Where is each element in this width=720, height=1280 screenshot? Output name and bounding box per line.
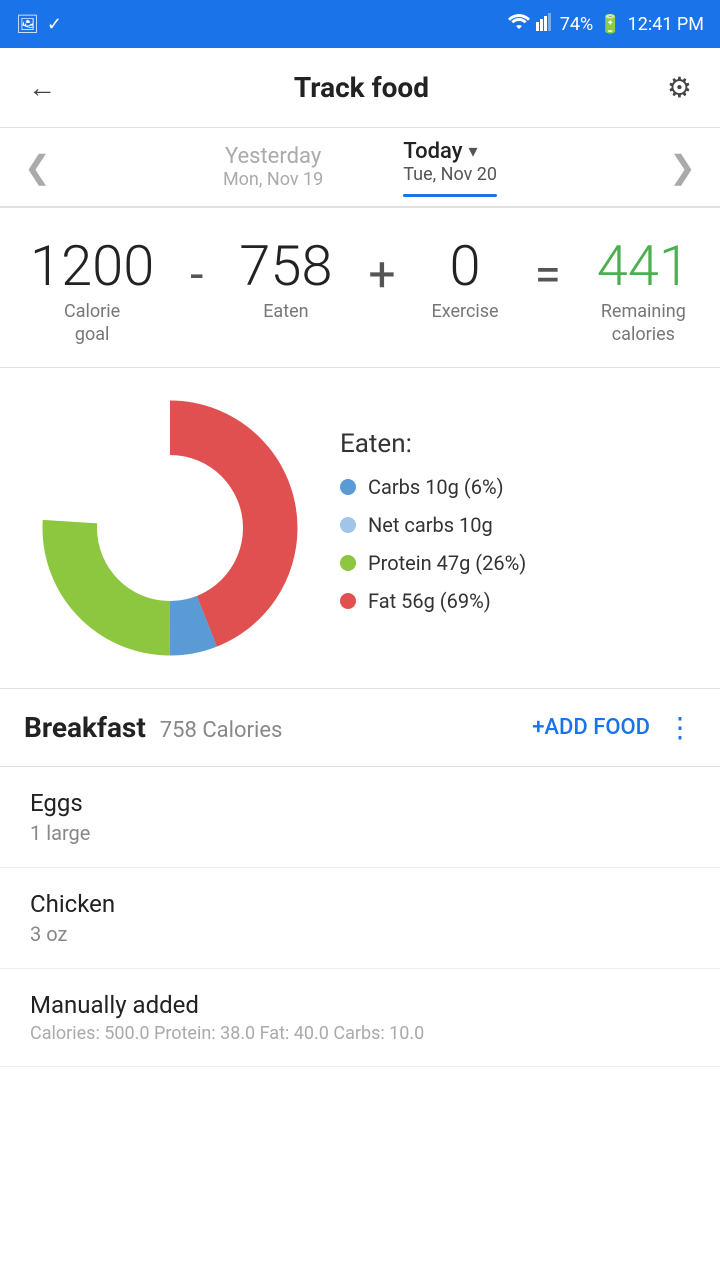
carbs-label: Carbs 10g (6%) <box>368 475 504 499</box>
breakfast-header: Breakfast 758 Calories +ADD FOOD ⋮ <box>0 689 720 767</box>
fat-legend: Fat 56g (69%) <box>340 589 700 613</box>
donut-chart <box>30 388 310 668</box>
next-date-button[interactable]: ❯ <box>653 140 712 194</box>
today-date: Tue, Nov 20 <box>403 164 497 185</box>
protein-label: Protein 47g (26%) <box>368 551 526 575</box>
signal-icon <box>536 13 554 36</box>
meal-title: Breakfast <box>24 711 146 744</box>
battery-text: 74% <box>560 14 593 35</box>
food-detail-manual: Calories: 500.0 Protein: 38.0 Fat: 40.0 … <box>30 1023 690 1044</box>
carbs-dot <box>340 479 356 495</box>
page-title: Track food <box>294 71 429 104</box>
food-item-eggs[interactable]: Eggs 1 large <box>0 767 720 868</box>
exercise-value: 0 <box>432 238 499 294</box>
today-row: Today ▾ <box>403 139 497 164</box>
today-tab[interactable]: Today ▾ Tue, Nov 20 <box>403 139 497 195</box>
equals-operator: = <box>535 238 561 303</box>
image-icon: 🖼 <box>16 14 39 35</box>
yesterday-date: Mon, Nov 19 <box>223 169 323 190</box>
net-carbs-label: Net carbs 10g <box>368 513 493 537</box>
add-food-button[interactable]: +ADD FOOD <box>532 715 650 740</box>
food-name-eggs: Eggs <box>30 789 690 817</box>
plus-operator: + <box>368 238 395 303</box>
fat-label: Fat 56g (69%) <box>368 589 491 613</box>
dropdown-icon: ▾ <box>469 141 478 162</box>
calorie-goal-label: Caloriegoal <box>30 300 154 347</box>
net-carbs-legend: Net carbs 10g <box>340 513 700 537</box>
food-item-manual[interactable]: Manually added Calories: 500.0 Protein: … <box>0 969 720 1067</box>
yesterday-tab[interactable]: Yesterday Mon, Nov 19 <box>223 144 323 190</box>
battery-icon: 🔋 <box>599 14 621 35</box>
date-nav-center: Yesterday Mon, Nov 19 Today ▾ Tue, Nov 2… <box>223 139 497 195</box>
yesterday-label: Yesterday <box>223 144 323 169</box>
status-right: 74% 🔋 12:41 PM <box>508 13 704 36</box>
minus-operator: - <box>190 238 203 303</box>
fat-dot <box>340 593 356 609</box>
date-nav: ❮ Yesterday Mon, Nov 19 Today ▾ Tue, Nov… <box>0 128 720 208</box>
food-name-chicken: Chicken <box>30 890 690 918</box>
net-carbs-dot <box>340 517 356 533</box>
protein-legend: Protein 47g (26%) <box>340 551 700 575</box>
protein-dot <box>340 555 356 571</box>
food-detail-chicken: 3 oz <box>30 922 690 946</box>
legend-title: Eaten: <box>340 429 700 459</box>
settings-button[interactable]: ⚙ <box>659 63 700 112</box>
today-label: Today <box>403 139 462 164</box>
carbs-legend: Carbs 10g (6%) <box>340 475 700 499</box>
meal-title-group: Breakfast 758 Calories <box>24 711 282 744</box>
food-detail-eggs: 1 large <box>30 821 690 845</box>
exercise-block: 0 Exercise <box>432 238 499 323</box>
food-item-chicken[interactable]: Chicken 3 oz <box>0 868 720 969</box>
eaten-value: 758 <box>239 238 332 294</box>
eaten-label: Eaten <box>239 300 332 323</box>
meal-actions: +ADD FOOD ⋮ <box>532 711 696 744</box>
more-options-button[interactable]: ⋮ <box>666 711 696 744</box>
nutrition-section: Eaten: Carbs 10g (6%) Net carbs 10g Prot… <box>0 368 720 689</box>
prev-date-button[interactable]: ❮ <box>8 140 67 194</box>
nutrition-legend: Eaten: Carbs 10g (6%) Net carbs 10g Prot… <box>340 429 700 627</box>
eaten-block: 758 Eaten <box>239 238 332 323</box>
food-name-manual: Manually added <box>30 991 690 1019</box>
wifi-icon <box>508 13 530 36</box>
exercise-label: Exercise <box>432 300 499 323</box>
remaining-block: 441 Remainingcalories <box>597 238 690 347</box>
meal-calories: 758 Calories <box>160 718 283 743</box>
status-bar: 🖼 ✓ 74% 🔋 12:41 PM <box>0 0 720 48</box>
remaining-value: 441 <box>597 238 690 294</box>
status-left: 🖼 ✓ <box>16 14 62 35</box>
check-icon: ✓ <box>47 14 62 35</box>
time-display: 12:41 PM <box>628 14 704 35</box>
calorie-goal-value: 1200 <box>30 238 154 294</box>
app-bar: ← Track food ⚙ <box>0 48 720 128</box>
calorie-summary: 1200 Caloriegoal - 758 Eaten + 0 Exercis… <box>0 208 720 368</box>
calorie-goal-block: 1200 Caloriegoal <box>30 238 154 347</box>
back-button[interactable]: ← <box>20 63 64 112</box>
remaining-label: Remainingcalories <box>597 300 690 347</box>
